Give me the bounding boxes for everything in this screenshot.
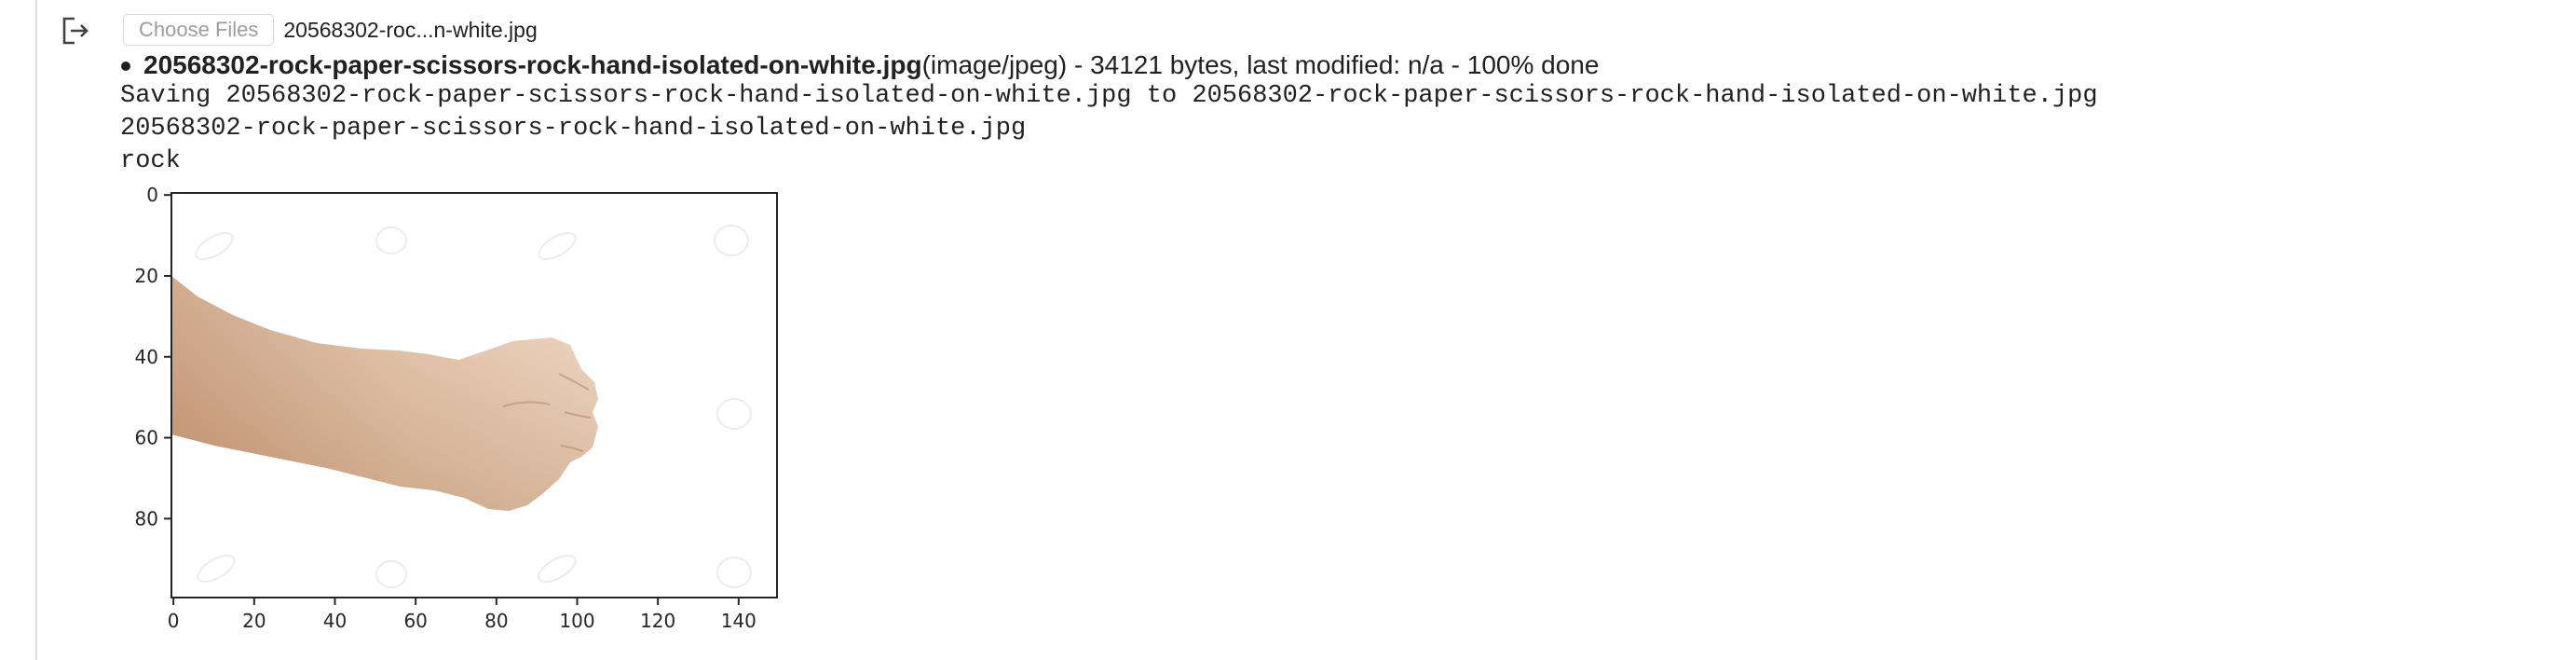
x-tick-label: 80 [484, 610, 508, 632]
output-line-prediction: rock [120, 147, 181, 175]
choose-files-button[interactable]: Choose Files [123, 14, 275, 46]
x-tick-label: 20 [242, 610, 266, 632]
bullet-icon [121, 62, 130, 71]
file-upload-widget: Choose Files 20568302-roc...n-white.jpg [123, 13, 538, 47]
output-line-filename: 20568302-rock-paper-scissors-rock-hand-i… [120, 115, 1027, 143]
image-plot-svg: 0 20 40 60 80 100 120 140 0 20 40 60 80 [135, 184, 778, 632]
x-tick-label: 100 [559, 610, 594, 632]
x-tick-label: 120 [640, 610, 675, 632]
chosen-file-name: 20568302-roc...n-white.jpg [283, 17, 538, 42]
y-tick-label: 80 [135, 507, 158, 529]
image-plot: 0 20 40 60 80 100 120 140 0 20 40 60 80 [112, 183, 801, 658]
x-tick-label: 60 [403, 610, 427, 632]
x-tick-label: 0 [168, 610, 180, 632]
uploaded-file-name: 20568302-rock-paper-scissors-rock-hand-i… [143, 50, 922, 79]
uploaded-file-details: (image/jpeg) - 34121 bytes, last modifie… [921, 50, 1600, 79]
list-item: 20568302-rock-paper-scissors-rock-hand-i… [121, 48, 1599, 82]
rock-hand-photo [171, 193, 777, 598]
x-tick-label: 140 [721, 610, 756, 632]
uploaded-file-list: 20568302-rock-paper-scissors-rock-hand-i… [121, 48, 1599, 82]
output-redirect-icon [62, 17, 89, 45]
y-tick-label: 40 [135, 346, 158, 368]
output-line-saving: Saving 20568302-rock-paper-scissors-rock… [120, 82, 2098, 110]
x-tick-label: 40 [323, 610, 347, 632]
y-tick-label: 60 [135, 427, 158, 449]
y-tick-label: 20 [135, 265, 158, 287]
cell-left-border [35, 0, 37, 660]
y-tick-label: 0 [146, 184, 158, 206]
